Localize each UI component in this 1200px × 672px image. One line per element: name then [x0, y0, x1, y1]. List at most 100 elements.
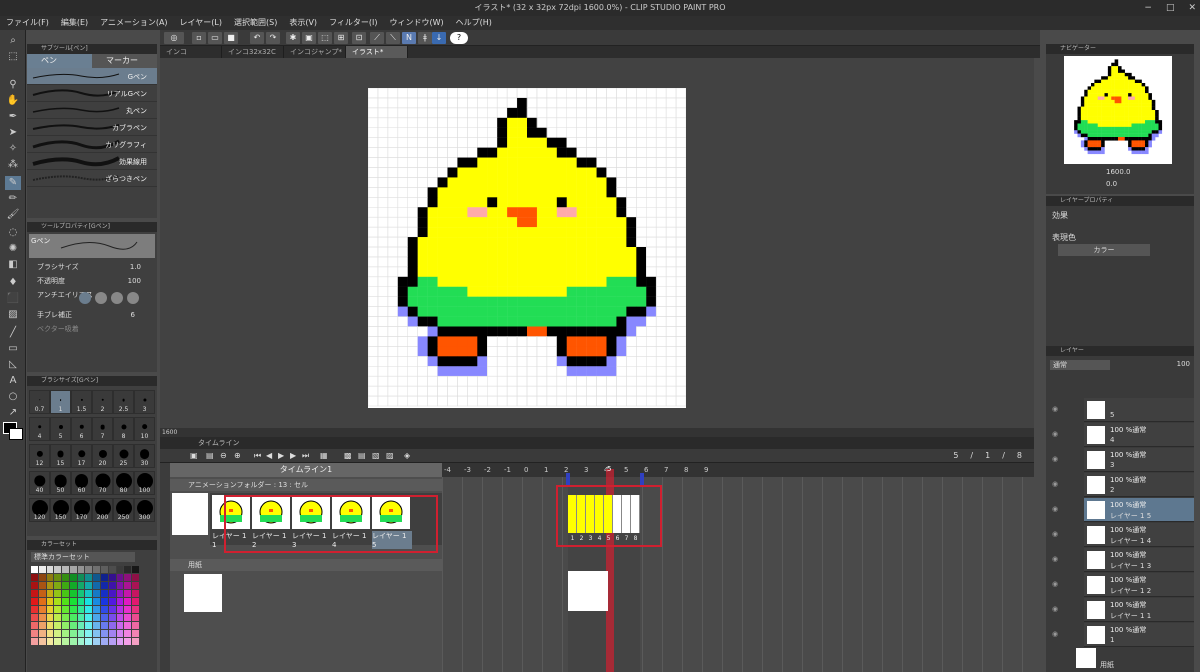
color-swatch[interactable] [31, 574, 38, 581]
menu-help[interactable]: ヘルプ(H) [456, 16, 492, 30]
color-swatch[interactable] [77, 614, 85, 621]
brush-effect-line[interactable]: 効果線用 [27, 153, 157, 170]
layer-row[interactable]: ◉ 100 %通常 レイヤー 1 1 [1052, 598, 1194, 622]
blend-tool-icon[interactable]: ♦ [5, 276, 21, 290]
tab-pen[interactable]: ペン [27, 54, 92, 68]
deselect-icon[interactable]: ⬚ [318, 32, 332, 44]
zoom-tool-icon[interactable]: ⚲ [5, 78, 21, 92]
new-timeline-icon[interactable]: ▣ [190, 451, 198, 460]
brush-size-cell[interactable]: 3 [134, 390, 155, 414]
brush-size-cell[interactable]: 1.5 [71, 390, 92, 414]
layer-row[interactable]: ◉ 100 %通常 レイヤー 1 5 [1052, 498, 1194, 522]
pencil-tool-icon[interactable]: ✏ [5, 192, 21, 206]
layer-row[interactable]: ◉ 100 %通常 レイヤー 1 3 [1052, 548, 1194, 572]
brush-calligraphy[interactable]: カリグラフィ [27, 136, 157, 153]
color-swatch[interactable] [132, 614, 139, 621]
color-swatch[interactable] [101, 606, 108, 613]
color-swatch[interactable] [46, 582, 54, 589]
color-swatch[interactable] [124, 622, 132, 629]
menu-filter[interactable]: フィルター(I) [329, 16, 377, 30]
layer-row[interactable]: ◉ 100 %通常 1 [1052, 623, 1194, 647]
antialias-weak-icon[interactable] [95, 292, 107, 304]
timeline-name[interactable]: タイムライン1 [170, 463, 442, 477]
color-swatch[interactable] [31, 606, 38, 613]
color-swatch[interactable] [132, 606, 139, 613]
color-swatch[interactable] [46, 614, 54, 621]
canvas-area[interactable] [160, 58, 1034, 428]
color-swatch[interactable] [54, 630, 62, 637]
color-swatch[interactable] [46, 566, 54, 573]
color-swatch[interactable] [101, 574, 108, 581]
tab-doc-3[interactable]: インコジャンプ* [284, 46, 346, 58]
minimize-button[interactable]: − [1144, 0, 1152, 16]
brush-kabura-pen[interactable]: カブラペン [27, 119, 157, 136]
color-set-select[interactable]: 標準カラーセット [31, 552, 135, 562]
color-swatch[interactable] [54, 590, 62, 597]
blend-mode-select[interactable]: 通常 [1050, 360, 1110, 370]
brush-size-cell[interactable]: 200 [92, 498, 113, 522]
brush-size-cell[interactable]: 250 [113, 498, 134, 522]
brush-size-cell[interactable]: 4 [29, 417, 50, 441]
color-swatch[interactable] [69, 622, 77, 629]
color-swatch[interactable] [69, 582, 77, 589]
color-swatch[interactable] [85, 566, 93, 573]
color-swatch[interactable] [116, 614, 124, 621]
color-swatch[interactable] [54, 638, 62, 645]
tab-marker[interactable]: マーカー [92, 54, 157, 68]
color-swatch[interactable] [38, 566, 46, 573]
color-swatch[interactable] [77, 590, 85, 597]
expression-color-select[interactable]: カラー [1058, 244, 1150, 256]
layer-row[interactable]: ◉ 5 [1052, 398, 1194, 422]
first-frame-icon[interactable]: ⏮ [254, 451, 261, 461]
color-swatch[interactable] [38, 598, 46, 605]
color-swatch[interactable] [62, 614, 69, 621]
ruler-tool-icon[interactable]: ◺ [5, 358, 21, 372]
color-swatch[interactable] [62, 622, 69, 629]
antialias-none-icon[interactable] [79, 292, 91, 304]
color-swatch[interactable] [124, 590, 132, 597]
menu-selection[interactable]: 選択範囲(S) [234, 16, 277, 30]
color-swatch[interactable] [85, 582, 93, 589]
decoration-tool-icon[interactable]: ✺ [5, 242, 21, 256]
brush-size-cell[interactable]: 40 [29, 471, 50, 495]
close-button[interactable]: ✕ [1188, 0, 1196, 16]
zoom-value[interactable]: 1600 [162, 429, 177, 436]
visibility-eye-icon[interactable]: ◉ [1052, 580, 1058, 588]
menu-view[interactable]: 表示(V) [289, 16, 317, 30]
layer-opacity[interactable]: 100 [1177, 360, 1190, 368]
color-swatch[interactable] [54, 622, 62, 629]
brush-size-cell[interactable]: 25 [113, 444, 134, 468]
stabilization-value[interactable]: 6 [131, 308, 135, 322]
visibility-eye-icon[interactable]: ◉ [1052, 430, 1058, 438]
save-icon[interactable]: ■ [224, 32, 238, 44]
color-swatch[interactable] [38, 606, 46, 613]
cel-specify-icon[interactable]: ▨ [386, 451, 394, 460]
line-tool-icon[interactable]: ╱ [5, 326, 21, 340]
color-swatch[interactable] [69, 598, 77, 605]
color-swatch[interactable] [116, 590, 124, 597]
cel-delete-icon[interactable]: ▧ [372, 451, 380, 460]
color-swatch[interactable] [85, 590, 93, 597]
cel-icon[interactable]: ▤ [358, 451, 366, 460]
color-swatch[interactable] [116, 574, 124, 581]
new-cel-icon[interactable]: ▦ [320, 451, 328, 460]
color-swatch[interactable] [46, 606, 54, 613]
visibility-eye-icon[interactable]: ◉ [1052, 455, 1058, 463]
brush-size-cell[interactable]: 120 [29, 498, 50, 522]
eyedropper-tool-icon[interactable]: ✒ [5, 110, 21, 124]
color-swatch[interactable] [54, 606, 62, 613]
brush-size-cell[interactable]: 2.5 [113, 390, 134, 414]
layer-row[interactable]: ◉ 100 %通常 2 [1052, 473, 1194, 497]
color-swatch[interactable] [85, 574, 93, 581]
onion-skin-icon[interactable]: ▩ [344, 451, 352, 460]
color-swatch[interactable] [116, 630, 124, 637]
color-swatch[interactable] [101, 598, 108, 605]
eyedropper-icon[interactable]: ǂ [418, 32, 432, 44]
eraser-tool-icon[interactable]: ◧ [5, 258, 21, 272]
color-swatch[interactable] [132, 598, 139, 605]
visibility-eye-icon[interactable]: ◉ [1052, 405, 1058, 413]
color-swatch[interactable] [108, 574, 116, 581]
navigator-preview[interactable] [1064, 56, 1172, 164]
timeline-settings-icon[interactable]: ▤ [206, 451, 214, 460]
brush-g-pen[interactable]: Gペン [27, 68, 157, 85]
